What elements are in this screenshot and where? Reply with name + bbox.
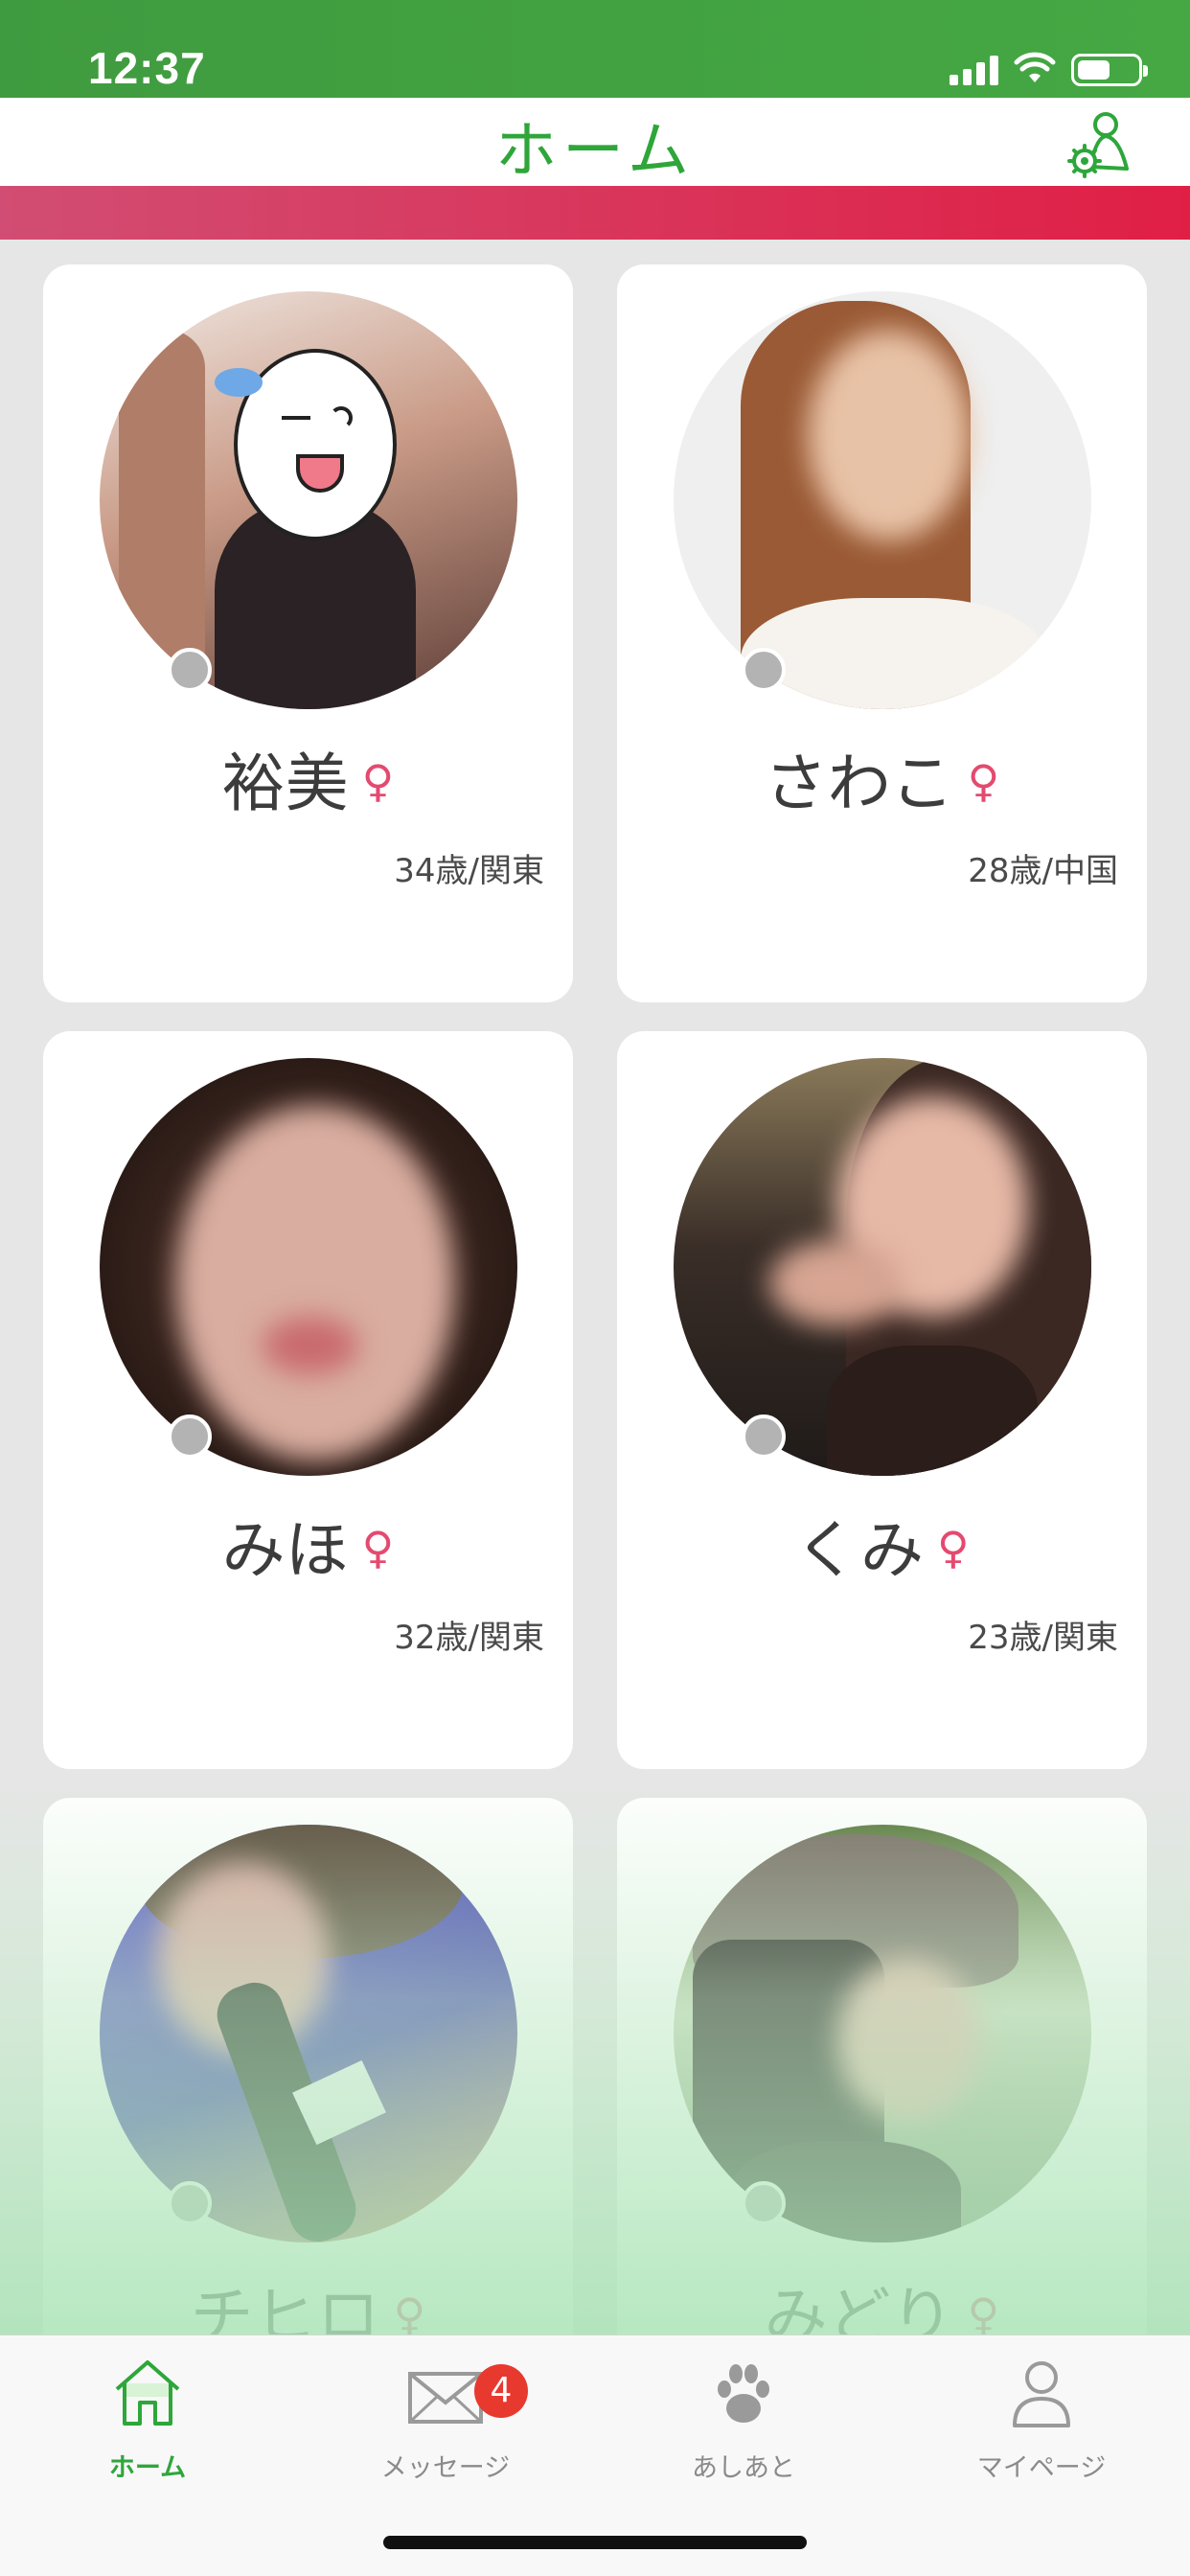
home-icon	[33, 2355, 263, 2437]
tab-label: ホーム	[108, 2453, 187, 2483]
profile-card[interactable]: 裕美 ♀ 34歳/関東	[43, 264, 573, 1002]
name-row: さわこ ♀	[617, 732, 1147, 824]
profile-age-region: 28歳/中国	[968, 852, 1118, 890]
name-row: 裕美 ♀	[43, 732, 573, 824]
name-row: みどり ♀	[617, 2266, 1147, 2334]
tab-mypage[interactable]: マイページ	[927, 2355, 1156, 2508]
online-status-dot	[168, 1414, 212, 1459]
female-icon: ♀	[936, 1522, 970, 1574]
status-time: 12:37	[88, 43, 206, 93]
wifi-icon	[1014, 52, 1056, 88]
profile-name: 裕美	[221, 747, 349, 820]
female-icon: ♀	[967, 2288, 1000, 2334]
paw-icon	[629, 2355, 858, 2437]
name-row: みほ ♀	[43, 1499, 573, 1591]
online-status-dot	[168, 648, 212, 692]
online-status-dot	[742, 648, 786, 692]
name-row: くみ ♀	[617, 1499, 1147, 1591]
female-icon: ♀	[361, 755, 395, 807]
person-icon	[927, 2355, 1156, 2437]
profile-card[interactable]: みどり ♀	[617, 1798, 1147, 2334]
app-header: ホーム	[0, 98, 1190, 187]
profile-photo	[674, 291, 1091, 709]
tab-footprints[interactable]: あしあと	[629, 2355, 858, 2508]
accent-bar	[0, 186, 1190, 240]
profile-photo	[674, 1058, 1091, 1476]
profile-card[interactable]: みほ ♀ 32歳/関東	[43, 1031, 573, 1769]
settings-person-icon[interactable]	[1067, 107, 1134, 180]
home-indicator	[383, 2536, 807, 2549]
profile-photo	[100, 1825, 517, 2242]
profile-photo	[100, 1058, 517, 1476]
battery-icon	[1071, 54, 1148, 86]
profile-name: みどり	[764, 2280, 954, 2334]
profile-name: さわこ	[764, 747, 954, 820]
profile-grid: 裕美 ♀ 34歳/関東 さわこ ♀ 28歳/中国 みほ ♀ 32歳/関東 くみ …	[0, 240, 1190, 2334]
status-icons	[950, 52, 1148, 88]
female-icon: ♀	[393, 2288, 426, 2334]
profile-name: みほ	[221, 1513, 349, 1587]
female-icon: ♀	[361, 1522, 395, 1574]
profile-card[interactable]: さわこ ♀ 28歳/中国	[617, 264, 1147, 1002]
female-icon: ♀	[967, 755, 1000, 807]
status-bar: 12:37	[0, 0, 1190, 98]
profile-age-region: 23歳/関東	[968, 1619, 1118, 1657]
profile-card[interactable]: チヒロ ♀	[43, 1798, 573, 2334]
profile-age-region: 34歳/関東	[394, 852, 544, 890]
page-title: ホーム	[494, 116, 696, 187]
profile-photo	[674, 1825, 1091, 2242]
profile-card[interactable]: くみ ♀ 23歳/関東	[617, 1031, 1147, 1769]
online-status-dot	[742, 2181, 786, 2225]
tab-label: メッセージ	[380, 2453, 511, 2483]
profile-name: くみ	[794, 1513, 924, 1587]
profile-photo	[100, 291, 517, 709]
unread-badge: 4	[474, 2364, 528, 2418]
online-status-dot	[742, 1414, 786, 1459]
profile-age-region: 32歳/関東	[394, 1619, 544, 1657]
name-row: チヒロ ♀	[43, 2266, 573, 2334]
tab-messages[interactable]: 4 メッセージ	[331, 2355, 561, 2508]
signal-icon	[950, 55, 998, 85]
tab-home[interactable]: ホーム	[33, 2355, 263, 2508]
online-status-dot	[168, 2181, 212, 2225]
mail-icon: 4	[331, 2355, 561, 2437]
profile-name: チヒロ	[190, 2280, 380, 2334]
tab-label: マイページ	[976, 2453, 1107, 2483]
tab-label: あしあと	[692, 2453, 795, 2483]
